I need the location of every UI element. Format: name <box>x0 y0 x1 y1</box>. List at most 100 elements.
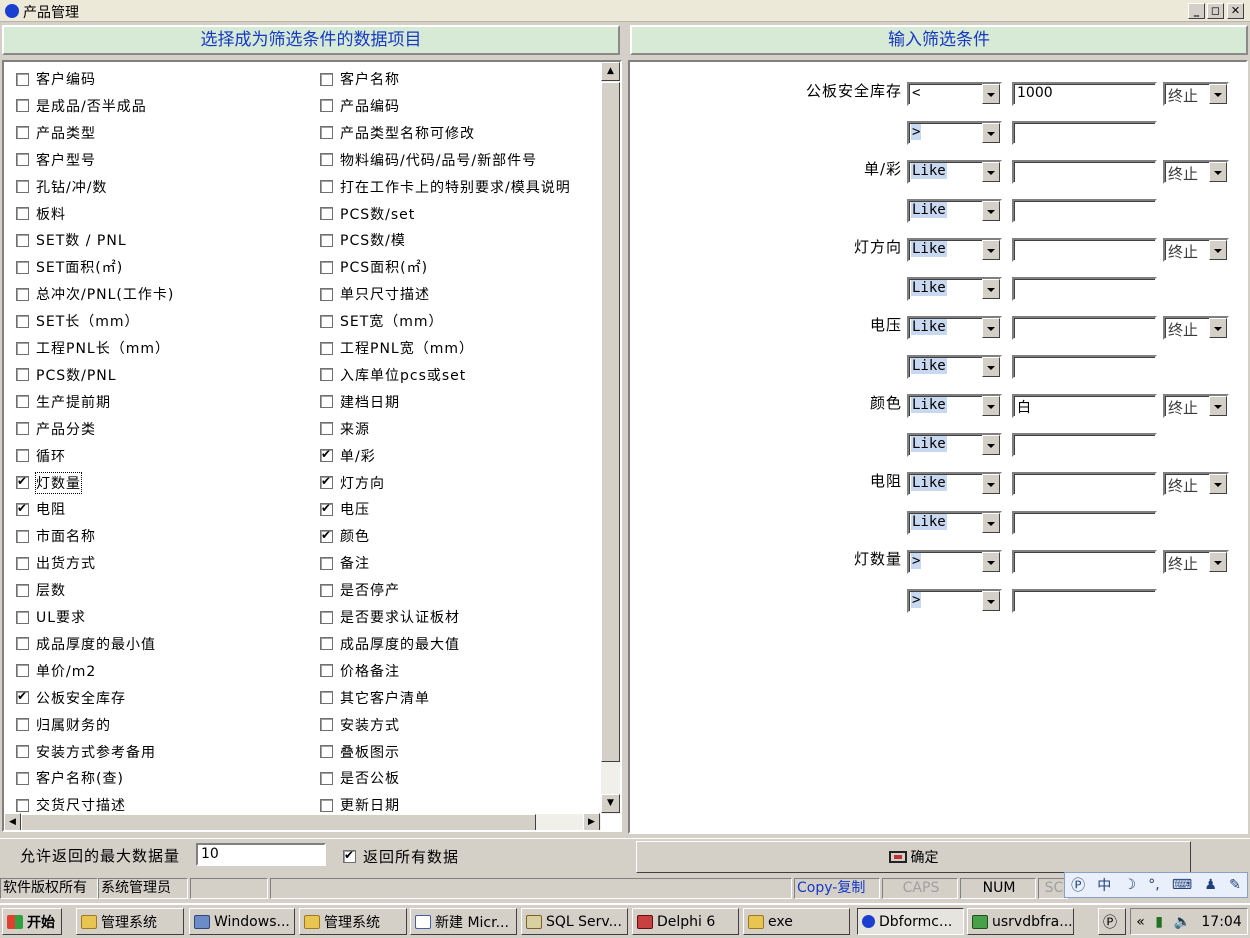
dropdown-arrow-icon[interactable] <box>982 513 1000 533</box>
operator-select-2[interactable]: Like <box>907 355 1002 379</box>
checkbox[interactable] <box>16 368 29 382</box>
operator-select[interactable]: Like <box>907 160 1002 184</box>
field-checkbox-row[interactable]: 来源 <box>320 418 370 440</box>
field-checkbox-row[interactable]: 电阻 <box>16 498 66 520</box>
field-checkbox-row[interactable]: UL要求 <box>16 606 86 628</box>
field-checkbox-row[interactable]: PCS面积(㎡) <box>320 256 428 278</box>
taskbar-button[interactable]: 管理系统 <box>76 908 184 935</box>
dropdown-arrow-icon[interactable] <box>1209 396 1227 416</box>
filter-value-input[interactable]: 1000 <box>1012 82 1157 106</box>
checkbox[interactable] <box>320 422 333 436</box>
field-checkbox-row[interactable]: 出货方式 <box>16 552 96 574</box>
checkbox[interactable] <box>320 556 333 570</box>
taskbar-button[interactable]: 新建 Micr... <box>410 908 517 935</box>
filter-value-input[interactable] <box>1012 238 1157 262</box>
filter-value-input-2[interactable] <box>1012 277 1157 301</box>
field-checkbox-row[interactable]: 产品类型名称可修改 <box>320 122 475 144</box>
checkbox[interactable] <box>16 689 29 705</box>
return-all-box[interactable] <box>343 848 356 863</box>
filter-value-input-2[interactable] <box>1012 355 1157 379</box>
field-checkbox-row[interactable]: 公板安全库存 <box>16 687 126 709</box>
checkbox[interactable] <box>16 287 29 301</box>
field-checkbox-row[interactable]: 物料编码/代码/品号/新部件号 <box>320 149 537 171</box>
field-checkbox-row[interactable]: 市面名称 <box>16 525 96 547</box>
checkbox[interactable] <box>320 395 333 409</box>
field-checkbox-row[interactable]: 工程PNL长（mm） <box>16 337 170 359</box>
checkbox[interactable] <box>320 610 333 624</box>
field-checkbox-row[interactable]: SET宽（mm） <box>320 310 444 332</box>
checkbox[interactable] <box>16 180 29 194</box>
operator-select[interactable]: Like <box>907 394 1002 418</box>
checkbox[interactable] <box>320 691 333 705</box>
field-checkbox-row[interactable]: 单只尺寸描述 <box>320 283 430 305</box>
filter-value-input-2[interactable] <box>1012 433 1157 457</box>
checkbox[interactable] <box>320 180 333 194</box>
field-checkbox-row[interactable]: 安装方式 <box>320 714 400 736</box>
operator-select-2[interactable]: Like <box>907 433 1002 457</box>
vertical-scrollbar[interactable]: ▲ ▼ <box>601 62 620 814</box>
operator-select-2[interactable]: Like <box>907 199 1002 223</box>
checkbox[interactable] <box>320 126 333 140</box>
checkbox[interactable] <box>16 556 29 570</box>
dropdown-arrow-icon[interactable] <box>1209 162 1227 182</box>
ime-tray-button[interactable]: Ⓟ <box>1098 908 1126 935</box>
ime-logo-icon[interactable]: Ⓟ <box>1071 875 1085 895</box>
logic-select[interactable]: 终止 <box>1163 238 1229 262</box>
field-checkbox-row[interactable]: 入库单位pcs或set <box>320 364 466 386</box>
checkbox[interactable] <box>16 529 29 543</box>
filter-value-input-2[interactable] <box>1012 589 1157 613</box>
hscroll-thumb[interactable] <box>21 814 536 830</box>
taskbar-button[interactable]: exe <box>743 908 850 935</box>
filter-value-input[interactable] <box>1012 160 1157 184</box>
clock[interactable]: 17:04 <box>1201 914 1241 930</box>
logic-select[interactable]: 终止 <box>1163 550 1229 574</box>
checkbox[interactable] <box>16 474 29 489</box>
checkbox[interactable] <box>16 72 29 86</box>
taskbar-button[interactable]: SQL Serv... <box>521 908 628 935</box>
checkbox[interactable] <box>16 718 29 732</box>
field-checkbox-row[interactable]: 建档日期 <box>320 391 400 413</box>
operator-select[interactable]: < <box>907 82 1002 106</box>
checkbox[interactable] <box>16 664 29 678</box>
field-checkbox-row[interactable]: 是否要求认证板材 <box>320 606 460 628</box>
logic-select[interactable]: 终止 <box>1163 472 1229 496</box>
scroll-thumb[interactable] <box>601 82 620 762</box>
checkbox[interactable] <box>320 583 333 597</box>
filter-value-input-2[interactable] <box>1012 121 1157 145</box>
field-checkbox-row[interactable]: 交货尺寸描述 <box>16 794 126 816</box>
dropdown-arrow-icon[interactable] <box>982 552 1000 572</box>
dropdown-arrow-icon[interactable] <box>1209 474 1227 494</box>
dropdown-arrow-icon[interactable] <box>982 279 1000 299</box>
checkbox[interactable] <box>320 771 333 785</box>
dropdown-arrow-icon[interactable] <box>1209 240 1227 260</box>
dropdown-arrow-icon[interactable] <box>982 435 1000 455</box>
field-checkbox-row[interactable]: 灯方向 <box>320 472 385 494</box>
horizontal-scrollbar[interactable]: ◀ ▶ <box>4 813 601 830</box>
checkbox[interactable] <box>16 501 29 516</box>
checkbox[interactable] <box>16 207 29 220</box>
max-records-input[interactable]: 10 <box>196 843 326 866</box>
ime-toolbar[interactable]: Ⓟ 中 ☽ °, ⌨ ♟ ✎ <box>1064 872 1248 898</box>
field-checkbox-row[interactable]: 是成品/否半成品 <box>16 95 147 117</box>
field-checkbox-row[interactable]: SET长（mm） <box>16 310 140 332</box>
field-checkbox-row[interactable]: PCS数/set <box>320 203 415 225</box>
filter-value-input[interactable] <box>1012 472 1157 496</box>
checkbox[interactable] <box>320 368 333 382</box>
operator-select[interactable]: > <box>907 550 1002 574</box>
operator-select[interactable]: Like <box>907 316 1002 340</box>
dropdown-arrow-icon[interactable] <box>982 474 1000 494</box>
field-checkbox-row[interactable]: 孔钻/冲/数 <box>16 176 107 198</box>
field-checkbox-row[interactable]: 价格备注 <box>320 660 400 682</box>
taskbar-button[interactable]: 管理系统 <box>299 908 407 935</box>
checkbox[interactable] <box>320 260 333 274</box>
field-checkbox-row[interactable]: 备注 <box>320 552 370 574</box>
logic-select[interactable]: 终止 <box>1163 82 1229 106</box>
checkbox[interactable] <box>16 153 29 167</box>
checkbox[interactable] <box>320 153 333 167</box>
moon-icon[interactable]: ☽ <box>1124 877 1137 893</box>
checkbox[interactable] <box>16 99 29 113</box>
field-checkbox-row[interactable]: 灯数量 <box>16 471 82 494</box>
checkbox[interactable] <box>320 501 333 516</box>
checkbox[interactable] <box>320 99 333 113</box>
network-icon[interactable]: ▮ <box>1155 914 1163 930</box>
